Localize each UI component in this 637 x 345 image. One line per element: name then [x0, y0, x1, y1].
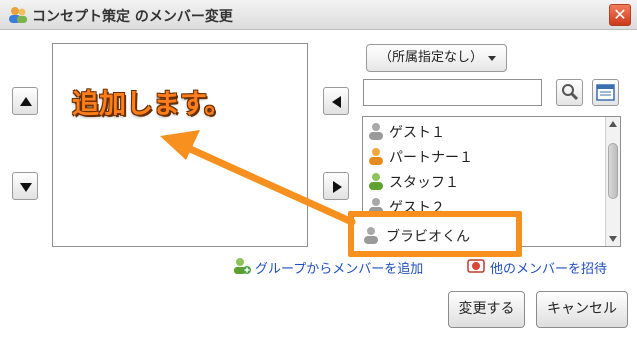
dialog-titlebar: コンセプト策定 のメンバー変更 ✕ — [0, 0, 637, 30]
user-gray-icon — [364, 227, 378, 244]
triangle-down-icon — [20, 183, 32, 192]
triangle-up-icon — [20, 97, 32, 106]
add-from-group-link[interactable]: グループからメンバーを追加 — [255, 258, 423, 277]
user-gray-icon — [369, 123, 383, 140]
search-icon — [562, 84, 579, 101]
callout-text: 追加します。 — [72, 89, 232, 120]
address-book-button[interactable] — [592, 79, 619, 106]
submit-button[interactable]: 変更する — [448, 291, 525, 328]
cancel-button[interactable]: キャンセル — [536, 291, 628, 328]
list-scrollbar[interactable] — [605, 117, 620, 246]
close-icon: ✕ — [613, 5, 627, 24]
member-name: ゲスト１ — [389, 125, 445, 141]
member-name: スタッフ１ — [389, 175, 459, 191]
users-icon — [9, 7, 27, 23]
member-name: パートナー１ — [389, 150, 473, 166]
member-search-input[interactable] — [363, 79, 542, 106]
search-button[interactable] — [556, 79, 583, 106]
remove-member-button[interactable] — [323, 172, 349, 200]
dialog-title: コンセプト策定 のメンバー変更 — [32, 9, 233, 25]
scroll-thumb[interactable] — [608, 143, 618, 199]
list-item[interactable]: パートナー１ — [363, 144, 606, 168]
department-select[interactable]: （所属指定なし） — [366, 44, 507, 72]
invite-icon — [467, 259, 485, 273]
address-book-icon — [596, 84, 615, 101]
close-button[interactable]: ✕ — [609, 4, 631, 26]
move-up-button[interactable] — [12, 87, 38, 115]
triangle-left-icon — [332, 96, 341, 108]
list-item[interactable]: ゲスト１ — [363, 119, 606, 143]
scroll-down-icon[interactable] — [609, 236, 617, 242]
invite-others-link[interactable]: 他のメンバーを招待 — [490, 258, 607, 277]
user-green-icon — [369, 173, 383, 190]
user-orange-icon — [369, 148, 383, 165]
group-add-icon — [234, 258, 251, 274]
triangle-right-icon — [333, 181, 342, 193]
chevron-down-icon — [488, 56, 496, 61]
department-select-value: （所属指定なし） — [379, 50, 484, 65]
list-item[interactable]: スタッフ１ — [363, 169, 606, 193]
highlighted-member-item[interactable]: ブラビオくん — [348, 211, 522, 257]
member-name: ブラビオくん — [386, 229, 470, 245]
selected-members-list[interactable] — [52, 43, 308, 247]
add-member-button[interactable] — [323, 87, 349, 115]
move-down-button[interactable] — [12, 172, 38, 200]
scroll-up-icon[interactable] — [609, 121, 617, 127]
